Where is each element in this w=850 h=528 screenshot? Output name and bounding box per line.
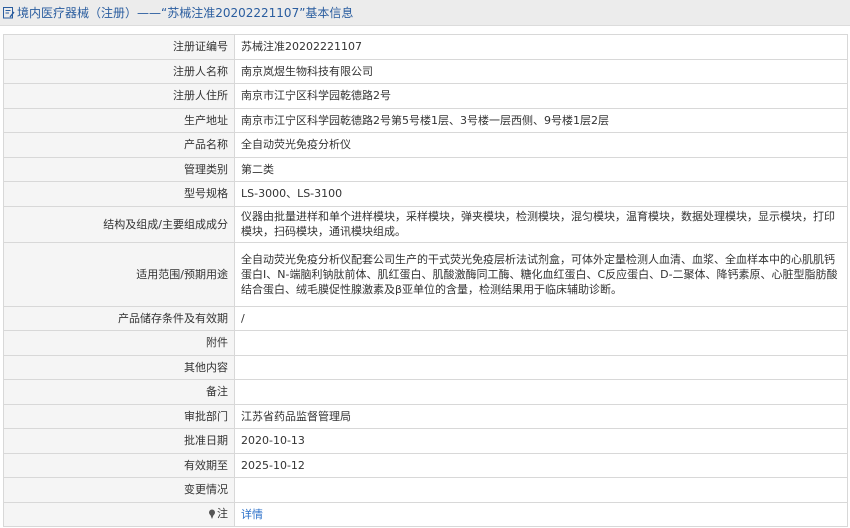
table-row: 适用范围/预期用途 全自动荧光免疫分析仪配套公司生产的干式荧光免疫层析法试剂盒，可… <box>3 241 848 307</box>
table-row: 变更情况 <box>3 477 848 503</box>
table-row: 产品名称 全自动荧光免疫分析仪 <box>3 132 848 158</box>
field-value: 全自动荧光免疫分析仪 <box>234 132 848 158</box>
field-label: 型号规格 <box>3 181 235 207</box>
table-row: 有效期至 2025-10-12 <box>3 452 848 478</box>
table-row: 注册证编号 苏械注准20202221107 <box>3 34 848 60</box>
field-label: 结构及组成/主要组成成分 <box>3 205 235 243</box>
field-value <box>234 379 848 405</box>
page-header: 境内医疗器械（注册）——“苏械注准20202221107”基本信息 <box>0 0 850 26</box>
table-row: 附件 <box>3 330 848 356</box>
field-label: 产品储存条件及有效期 <box>3 305 235 331</box>
field-label: 管理类别 <box>3 156 235 182</box>
field-value: LS-3000、LS-3100 <box>234 181 848 207</box>
table-row: 生产地址 南京市江宁区科学园乾德路2号第5号楼1层、3号楼一层西侧、9号楼1层2层 <box>3 107 848 133</box>
field-value: / <box>234 305 848 331</box>
field-label: 注 <box>3 501 235 527</box>
field-value: 详情 <box>234 501 848 527</box>
field-label: 审批部门 <box>3 403 235 429</box>
field-label: 其他内容 <box>3 354 235 380</box>
table-row-note: 注 详情 <box>3 501 848 527</box>
table-row: 注册人住所 南京市江宁区科学园乾德路2号 <box>3 83 848 109</box>
field-label: 产品名称 <box>3 132 235 158</box>
field-label: 注册人名称 <box>3 58 235 84</box>
field-label: 备注 <box>3 379 235 405</box>
field-value <box>234 477 848 503</box>
table-row: 批准日期 2020-10-13 <box>3 428 848 454</box>
page-title: 境内医疗器械（注册）——“苏械注准20202221107”基本信息 <box>17 6 354 20</box>
table-row: 管理类别 第二类 <box>3 156 848 182</box>
table-row: 审批部门 江苏省药品监督管理局 <box>3 403 848 429</box>
field-value: 江苏省药品监督管理局 <box>234 403 848 429</box>
field-value: 第二类 <box>234 156 848 182</box>
field-label: 附件 <box>3 330 235 356</box>
table-row: 注册人名称 南京岚煜生物科技有限公司 <box>3 58 848 84</box>
field-value: 南京岚煜生物科技有限公司 <box>234 58 848 84</box>
field-value: 南京市江宁区科学园乾德路2号第5号楼1层、3号楼一层西侧、9号楼1层2层 <box>234 107 848 133</box>
note-label: 注 <box>217 507 228 520</box>
table-row: 备注 <box>3 379 848 405</box>
field-label: 批准日期 <box>3 428 235 454</box>
field-label: 注册人住所 <box>3 83 235 109</box>
table-row: 产品储存条件及有效期 / <box>3 305 848 331</box>
detail-table: 注册证编号 苏械注准20202221107 注册人名称 南京岚煜生物科技有限公司 注册人… <box>3 34 848 527</box>
document-edit-icon <box>3 7 15 19</box>
field-value <box>234 354 848 380</box>
field-value: 仪器由批量进样和单个进样模块，采样模块，弹夹模块，检测模块，混匀模块，温育模块，… <box>234 205 848 243</box>
field-value: 苏械注准20202221107 <box>234 34 848 60</box>
field-value: 全自动荧光免疫分析仪配套公司生产的干式荧光免疫层析法试剂盒，可体外定量检测人血清… <box>234 241 848 307</box>
field-label: 适用范围/预期用途 <box>3 241 235 307</box>
field-label: 变更情况 <box>3 477 235 503</box>
pin-icon <box>209 509 215 519</box>
table-row: 型号规格 LS-3000、LS-3100 <box>3 181 848 207</box>
field-value: 2025-10-12 <box>234 452 848 478</box>
table-row: 其他内容 <box>3 354 848 380</box>
table-row: 结构及组成/主要组成成分 仪器由批量进样和单个进样模块，采样模块，弹夹模块，检测模… <box>3 205 848 243</box>
details-link[interactable]: 详情 <box>241 508 263 521</box>
field-value <box>234 330 848 356</box>
field-value: 南京市江宁区科学园乾德路2号 <box>234 83 848 109</box>
field-value: 2020-10-13 <box>234 428 848 454</box>
field-label: 生产地址 <box>3 107 235 133</box>
field-label: 有效期至 <box>3 452 235 478</box>
field-label: 注册证编号 <box>3 34 235 60</box>
